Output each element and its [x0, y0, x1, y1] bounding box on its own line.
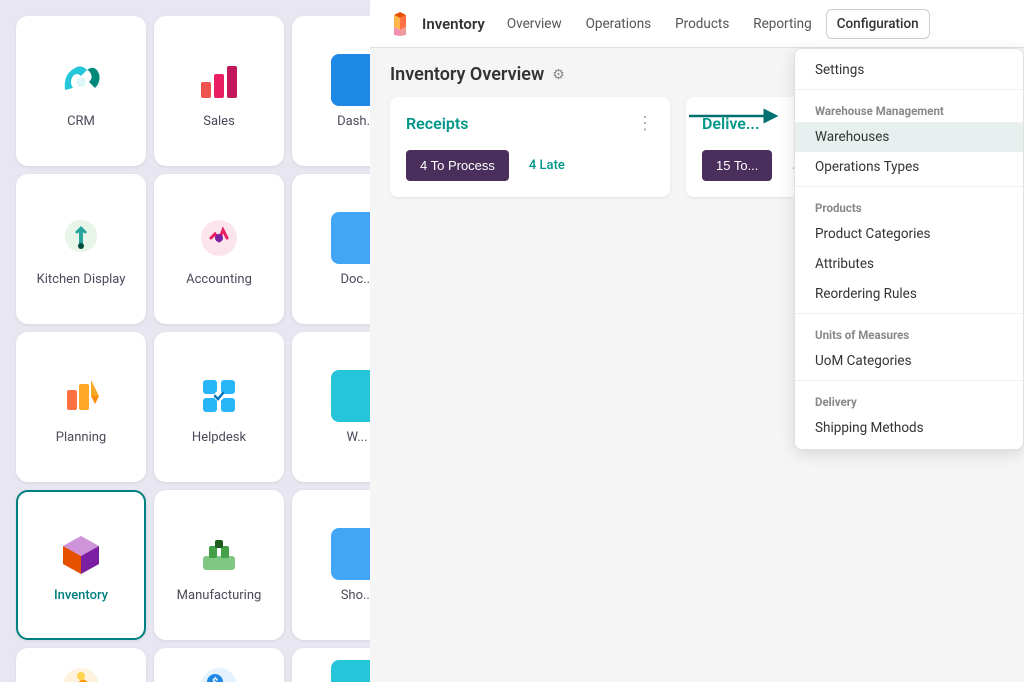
- receipts-process-btn[interactable]: 4 To Process: [406, 150, 509, 181]
- expenses-icon: $: [193, 660, 245, 682]
- sho-label: Sho...: [341, 588, 370, 603]
- dropdown-settings[interactable]: Settings: [795, 55, 1023, 85]
- receipts-actions: 4 To Process 4 Late: [406, 150, 654, 181]
- app-item-helpdesk[interactable]: Helpdesk: [154, 332, 284, 482]
- arrow-annotation: [689, 104, 779, 128]
- crm-icon: [55, 54, 107, 106]
- app-item-accounting[interactable]: Accounting: [154, 174, 284, 324]
- receipts-menu-icon[interactable]: ⋮: [636, 113, 654, 134]
- nav-products[interactable]: Products: [665, 10, 739, 38]
- inventory-label: Inventory: [54, 588, 108, 603]
- app-item-planning[interactable]: Planning: [16, 332, 146, 482]
- planning-icon: [55, 370, 107, 422]
- sales-icon: [193, 54, 245, 106]
- app-item-timeoff[interactable]: Time Off: [16, 648, 146, 682]
- sho-icon: [331, 528, 370, 580]
- app-item-a[interactable]: A...: [292, 648, 370, 682]
- receipts-card-header: Receipts ⋮: [406, 113, 654, 134]
- gear-icon[interactable]: ⚙: [552, 67, 565, 83]
- page-title: Inventory Overview: [390, 64, 544, 85]
- kitchen-icon: [55, 212, 107, 264]
- svg-text:$: $: [212, 676, 218, 682]
- dropdown-section-uom: Units of Measures: [795, 318, 1023, 346]
- dropdown-attributes[interactable]: Attributes: [795, 249, 1023, 279]
- dropdown-divider-2: [795, 186, 1023, 187]
- app-item-w[interactable]: W...: [292, 332, 370, 482]
- app-logo: [386, 10, 414, 38]
- manufacturing-label: Manufacturing: [177, 588, 262, 603]
- w-icon: [331, 370, 370, 422]
- app-item-dashboard[interactable]: Dash...: [292, 16, 370, 166]
- timeoff-icon: [55, 660, 107, 682]
- dropdown-section-products: Products: [795, 191, 1023, 219]
- dropdown-reordering-rules[interactable]: Reordering Rules: [795, 279, 1023, 309]
- app-grid: CRM Sales Dash... Kitchen Display: [0, 0, 370, 682]
- accounting-icon: [193, 212, 245, 264]
- kitchen-label: Kitchen Display: [37, 272, 126, 287]
- manufacturing-icon: [193, 528, 245, 580]
- nav-operations[interactable]: Operations: [576, 10, 662, 38]
- dropdown-shipping-methods[interactable]: Shipping Methods: [795, 413, 1023, 443]
- dropdown-divider-4: [795, 380, 1023, 381]
- doc-icon: [331, 212, 370, 264]
- crm-label: CRM: [67, 114, 95, 129]
- dropdown-uom-categories[interactable]: UoM Categories: [795, 346, 1023, 376]
- w-label: W...: [346, 430, 367, 445]
- dropdown-section-delivery: Delivery: [795, 385, 1023, 413]
- main-content: Inventory Overview Operations Products R…: [370, 0, 1024, 682]
- dropdown-divider-3: [795, 313, 1023, 314]
- app-item-doc[interactable]: Doc...: [292, 174, 370, 324]
- configuration-dropdown: Settings Warehouse Management Warehouses…: [794, 48, 1024, 450]
- dropdown-divider-1: [795, 89, 1023, 90]
- app-item-manufacturing[interactable]: Manufacturing: [154, 490, 284, 640]
- receipts-card: Receipts ⋮ 4 To Process 4 Late: [390, 97, 670, 197]
- nav-overview[interactable]: Overview: [497, 10, 572, 38]
- dropdown-product-categories[interactable]: Product Categories: [795, 219, 1023, 249]
- accounting-label: Accounting: [186, 272, 252, 287]
- helpdesk-icon: [193, 370, 245, 422]
- sales-label: Sales: [203, 114, 235, 129]
- app-item-kitchen[interactable]: Kitchen Display: [16, 174, 146, 324]
- app-item-crm[interactable]: CRM: [16, 16, 146, 166]
- inventory-icon: [55, 528, 107, 580]
- app-item-expenses[interactable]: $ Expenses: [154, 648, 284, 682]
- app-item-sho[interactable]: Sho...: [292, 490, 370, 640]
- doc-label: Doc...: [340, 272, 370, 287]
- planning-label: Planning: [56, 430, 106, 445]
- dropdown-warehouses[interactable]: Warehouses: [795, 122, 1023, 152]
- app-item-sales[interactable]: Sales: [154, 16, 284, 166]
- receipts-late[interactable]: 4 Late: [529, 158, 565, 173]
- top-nav: Inventory Overview Operations Products R…: [370, 0, 1024, 48]
- receipts-title: Receipts: [406, 114, 468, 133]
- helpdesk-label: Helpdesk: [192, 430, 246, 445]
- deliveries-process-btn[interactable]: 15 To...: [702, 150, 772, 181]
- dashboard-icon: [331, 54, 370, 106]
- nav-configuration[interactable]: Configuration: [826, 9, 930, 39]
- app-item-inventory[interactable]: Inventory: [16, 490, 146, 640]
- nav-app-name: Inventory: [422, 15, 485, 33]
- nav-reporting[interactable]: Reporting: [743, 10, 821, 38]
- dropdown-section-warehouse: Warehouse Management: [795, 94, 1023, 122]
- dropdown-operations-types[interactable]: Operations Types: [795, 152, 1023, 182]
- dashboard-label: Dash...: [337, 114, 370, 129]
- a-icon: [331, 660, 370, 682]
